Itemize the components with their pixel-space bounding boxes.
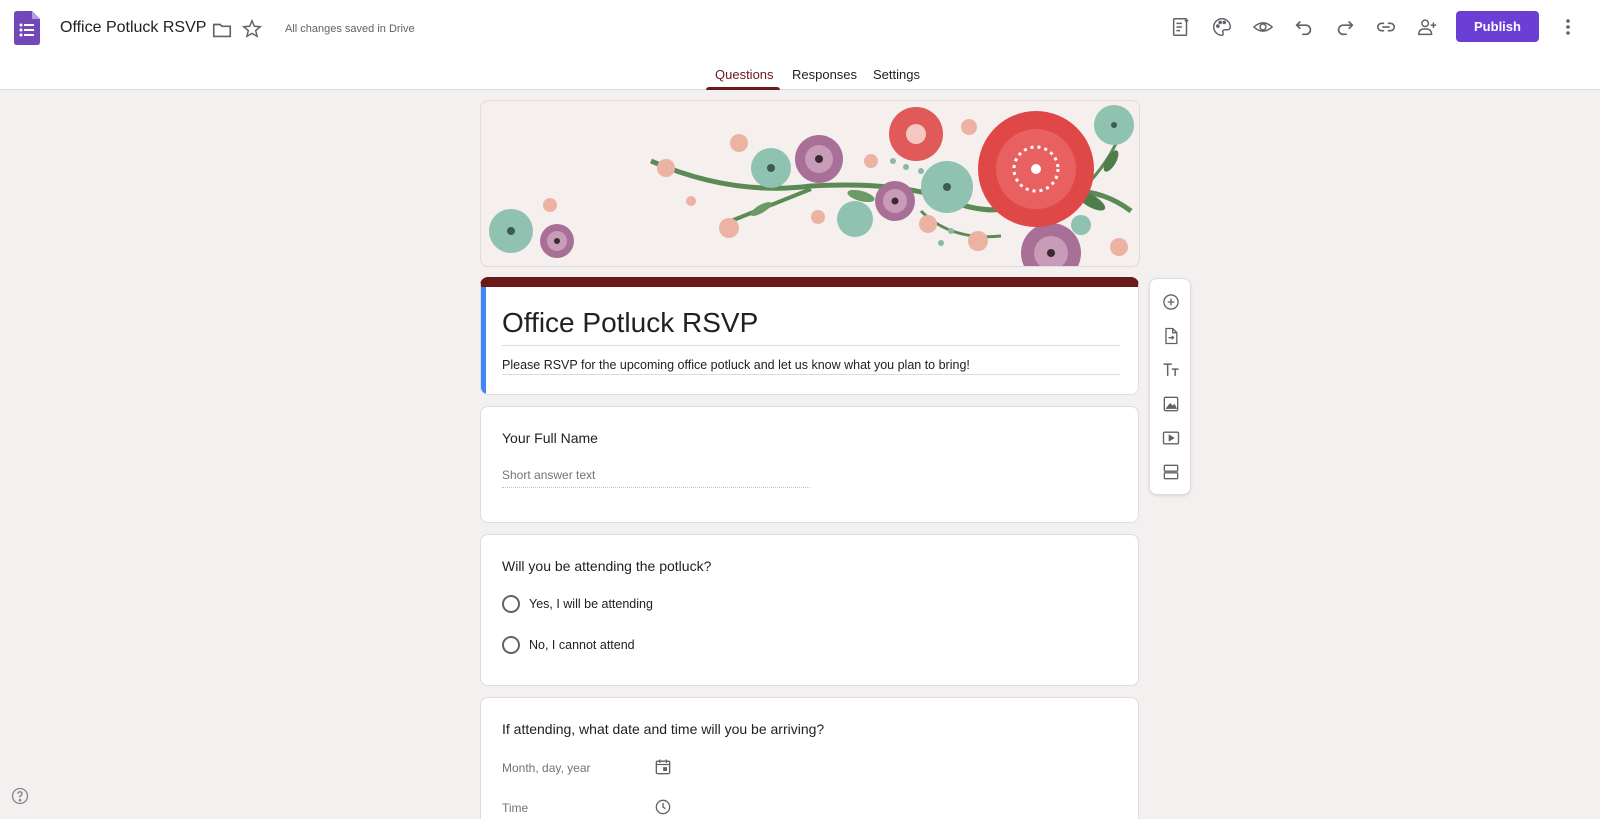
short-answer-placeholder: Short answer text: [502, 468, 596, 482]
question-card[interactable]: Your Full Name Short answer text: [480, 406, 1139, 523]
palette-icon[interactable]: [1208, 13, 1236, 41]
focus-indicator: [481, 287, 486, 394]
form-tabs: Questions Responses Settings: [0, 60, 1600, 90]
tab-settings[interactable]: Settings: [873, 67, 920, 82]
add-video-icon[interactable]: [1159, 426, 1183, 450]
date-placeholder: Month, day, year: [502, 761, 591, 775]
undo-icon[interactable]: [1290, 13, 1318, 41]
redo-icon[interactable]: [1331, 13, 1359, 41]
question-card[interactable]: If attending, what date and time will yo…: [480, 697, 1139, 819]
active-tab-indicator: [706, 87, 780, 90]
clock-icon: [655, 799, 671, 815]
addon-icon[interactable]: [1167, 13, 1195, 41]
calendar-icon: [655, 759, 671, 775]
option-row[interactable]: No, I cannot attend: [502, 636, 635, 654]
form-title-card[interactable]: Office Potluck RSVP Please RSVP for the …: [480, 277, 1139, 395]
add-title-icon[interactable]: [1159, 358, 1183, 382]
radio-button[interactable]: [502, 595, 520, 613]
tab-responses[interactable]: Responses: [792, 67, 857, 82]
save-status: All changes saved in Drive: [285, 23, 415, 35]
add-collaborator-icon[interactable]: [1413, 13, 1441, 41]
option-label: Yes, I will be attending: [529, 597, 653, 611]
tab-questions[interactable]: Questions: [715, 67, 774, 82]
option-label: No, I cannot attend: [529, 638, 635, 652]
top-bar: Office Potluck RSVP All changes saved in…: [0, 0, 1600, 90]
radio-button[interactable]: [502, 636, 520, 654]
short-answer-line: [502, 487, 810, 488]
add-image-icon[interactable]: [1159, 392, 1183, 416]
question-card[interactable]: Will you be attending the potluck? Yes, …: [480, 534, 1139, 686]
side-toolbar: [1149, 278, 1191, 495]
folder-icon[interactable]: [211, 19, 233, 41]
question-title[interactable]: Will you be attending the potluck?: [502, 558, 711, 574]
add-question-icon[interactable]: [1159, 290, 1183, 314]
add-section-icon[interactable]: [1159, 460, 1183, 484]
floral-header-artwork: [489, 105, 1134, 266]
question-title[interactable]: Your Full Name: [502, 430, 598, 446]
form-description[interactable]: Please RSVP for the upcoming office potl…: [502, 358, 970, 372]
time-placeholder: Time: [502, 801, 529, 815]
preview-eye-icon[interactable]: [1249, 13, 1277, 41]
help-icon[interactable]: [10, 786, 30, 806]
import-questions-icon[interactable]: [1159, 324, 1183, 348]
link-icon[interactable]: [1372, 13, 1400, 41]
title-divider: [502, 345, 1120, 346]
document-title[interactable]: Office Potluck RSVP: [60, 19, 206, 37]
question-title[interactable]: If attending, what date and time will yo…: [502, 721, 824, 737]
more-vert-icon[interactable]: [1556, 13, 1580, 41]
forms-logo-icon[interactable]: [14, 11, 40, 45]
star-icon[interactable]: [241, 18, 263, 40]
description-divider: [502, 374, 1120, 375]
form-title[interactable]: Office Potluck RSVP: [502, 307, 758, 339]
publish-button[interactable]: Publish: [1456, 11, 1539, 42]
option-row[interactable]: Yes, I will be attending: [502, 595, 653, 613]
header-image: [480, 100, 1140, 267]
